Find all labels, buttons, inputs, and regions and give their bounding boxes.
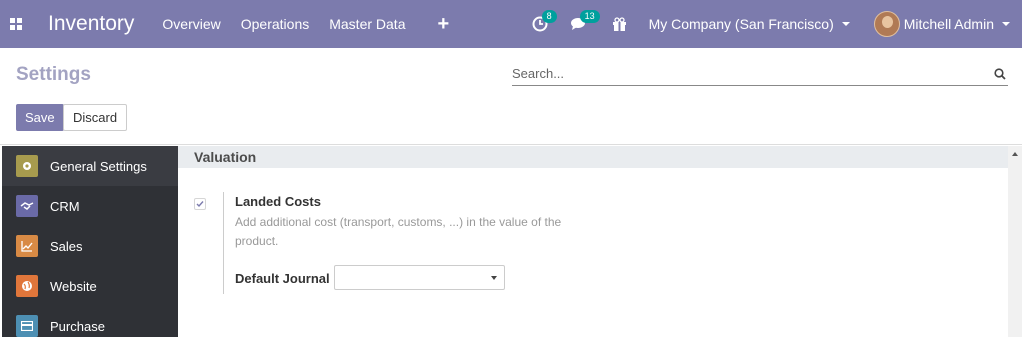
sidebar-item-crm[interactable]: CRM xyxy=(2,186,178,226)
gear-icon xyxy=(16,155,38,177)
credit-card-icon xyxy=(16,315,38,337)
gift-icon xyxy=(612,16,626,31)
company-switcher[interactable]: My Company (San Francisco) xyxy=(649,16,850,32)
control-panel: Settings Save Discard xyxy=(0,48,1022,145)
menu-operations[interactable]: Operations xyxy=(241,16,309,32)
save-button[interactable]: Save xyxy=(16,104,64,131)
scrollbar[interactable] xyxy=(1008,146,1022,337)
activity-badge: 8 xyxy=(541,10,557,23)
sidebar-item-sales[interactable]: Sales xyxy=(2,226,178,266)
app-brand[interactable]: Inventory xyxy=(48,12,134,36)
sidebar-item-purchase[interactable]: Purchase xyxy=(2,306,178,337)
search-input[interactable] xyxy=(512,66,992,81)
apps-menu-icon[interactable] xyxy=(0,0,32,48)
page-title: Settings xyxy=(16,64,91,85)
sidebar-item-general-settings[interactable]: General Settings xyxy=(2,146,178,186)
menu-overview[interactable]: Overview xyxy=(162,16,220,32)
gift-button[interactable] xyxy=(612,16,627,32)
plus-icon[interactable]: + xyxy=(437,13,449,36)
landed-costs-checkbox[interactable] xyxy=(194,198,206,210)
messages-button[interactable]: 13 xyxy=(570,10,600,32)
chart-line-icon xyxy=(16,235,38,257)
chevron-down-icon xyxy=(491,276,497,280)
avatar xyxy=(873,11,900,37)
chevron-down-icon xyxy=(841,22,850,26)
messages-badge: 13 xyxy=(579,10,600,23)
sidebar-item-label: Sales xyxy=(50,238,83,254)
discard-button[interactable]: Discard xyxy=(63,104,128,131)
handshake-icon xyxy=(16,195,38,217)
settings-content: Valuation Landed Costs Add additional co… xyxy=(178,146,1008,337)
sidebar-item-label: Website xyxy=(50,278,97,294)
activity-button[interactable]: 8 xyxy=(532,10,557,32)
menu-master-data[interactable]: Master Data xyxy=(329,16,405,32)
section-title: Valuation xyxy=(178,146,1008,168)
user-menu[interactable]: Mitchell Admin xyxy=(873,11,1010,37)
search-icon[interactable] xyxy=(992,66,1008,82)
chevron-down-icon xyxy=(1002,22,1010,26)
scroll-up-icon[interactable] xyxy=(1012,152,1018,156)
sidebar-item-label: General Settings xyxy=(50,158,147,174)
setting-description: Add additional cost (transport, customs,… xyxy=(235,215,562,248)
settings-sidebar: General Settings CRM Sales Website Purch… xyxy=(2,146,178,337)
sidebar-item-label: CRM xyxy=(50,198,80,214)
default-journal-select[interactable] xyxy=(334,265,505,290)
company-name: My Company (San Francisco) xyxy=(648,16,834,32)
sidebar-item-website[interactable]: Website xyxy=(2,266,178,306)
user-name: Mitchell Admin xyxy=(903,16,994,32)
setting-title: Landed Costs xyxy=(235,194,321,209)
setting-divider xyxy=(223,192,224,294)
globe-icon xyxy=(16,275,38,297)
sidebar-item-label: Purchase xyxy=(50,318,105,334)
search-bar xyxy=(512,62,1008,86)
top-navbar: Inventory Overview Operations Master Dat… xyxy=(0,0,1022,48)
default-journal-label: Default Journal xyxy=(235,271,330,286)
